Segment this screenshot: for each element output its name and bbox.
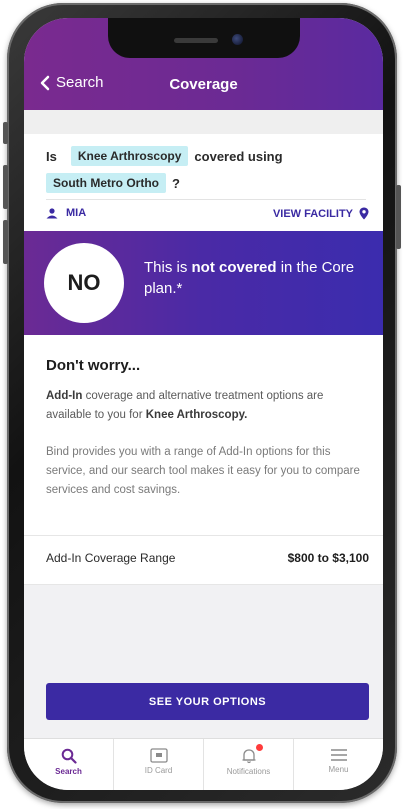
chevron-left-icon bbox=[40, 75, 50, 90]
tab-search-label: Search bbox=[55, 767, 82, 776]
question-middle: covered using bbox=[194, 148, 283, 164]
view-facility-link[interactable]: VIEW FACILITY bbox=[273, 207, 369, 220]
add-in-term: Add-In bbox=[46, 390, 83, 402]
member-selector[interactable]: MIA bbox=[46, 207, 86, 219]
coverage-question-card: Is Knee Arthroscopy covered using South … bbox=[24, 134, 383, 231]
question-prefix: Is bbox=[46, 148, 57, 164]
tab-menu-label: Menu bbox=[328, 765, 349, 774]
phone-screen: Search Coverage Is Knee Arthroscopy cove… bbox=[24, 18, 383, 790]
power-button bbox=[396, 185, 401, 249]
coverage-range-value: $800 to $3,100 bbox=[287, 551, 369, 565]
info-paragraph-2: Bind provides you with a range of Add-In… bbox=[46, 446, 360, 496]
member-name: MIA bbox=[66, 207, 87, 219]
person-icon bbox=[46, 207, 58, 218]
bell-icon bbox=[242, 749, 255, 764]
notification-badge-dot bbox=[256, 744, 263, 751]
verdict-message: This is not covered in the Core plan.* bbox=[144, 257, 364, 299]
info-heading: Don't worry... bbox=[46, 357, 141, 374]
volume-up-button bbox=[3, 165, 8, 209]
coverage-verdict-banner: NO This is not covered in the Core plan.… bbox=[24, 231, 383, 335]
procedure-chip[interactable]: Knee Arthroscopy bbox=[70, 146, 189, 166]
speaker-grille bbox=[174, 38, 218, 43]
verdict-text-emphasis: not covered bbox=[191, 259, 277, 276]
back-button-label: Search bbox=[56, 74, 104, 91]
header-spacer bbox=[24, 110, 383, 134]
verdict-badge: NO bbox=[44, 243, 124, 323]
tab-id-card[interactable]: ID Card bbox=[114, 739, 204, 790]
id-card-icon bbox=[149, 748, 168, 763]
back-button[interactable]: Search bbox=[40, 74, 104, 91]
facility-chip[interactable]: South Metro Ortho bbox=[46, 173, 166, 193]
tab-id-card-label: ID Card bbox=[144, 766, 173, 775]
tab-search[interactable]: Search bbox=[24, 739, 114, 790]
see-your-options-button[interactable]: SEE YOUR OPTIONS bbox=[46, 683, 369, 720]
tab-notifications[interactable]: Notifications bbox=[204, 739, 294, 790]
map-pin-icon bbox=[359, 207, 369, 220]
question-line-1: Is Knee Arthroscopy covered using bbox=[46, 146, 283, 166]
info-paragraph-1: Add-In coverage and alternative treatmen… bbox=[46, 387, 366, 425]
volume-down-button bbox=[3, 220, 8, 264]
search-icon bbox=[61, 748, 77, 764]
divider bbox=[46, 199, 366, 200]
front-camera bbox=[232, 34, 243, 45]
question-line-2: South Metro Ortho ? bbox=[46, 173, 180, 193]
view-facility-label: VIEW FACILITY bbox=[272, 207, 353, 220]
procedure-name: Knee Arthroscopy. bbox=[145, 409, 248, 421]
coverage-range-row: Add-In Coverage Range $800 to $3,100 bbox=[24, 535, 383, 585]
tab-notifications-label: Notifications bbox=[226, 767, 271, 776]
verdict-text-start: This is bbox=[144, 259, 192, 276]
notch bbox=[108, 18, 300, 58]
coverage-range-label: Add-In Coverage Range bbox=[46, 551, 176, 565]
add-in-info-section: Don't worry... Add-In coverage and alter… bbox=[24, 335, 383, 535]
tab-menu[interactable]: Menu bbox=[294, 739, 383, 790]
mute-switch bbox=[3, 122, 8, 144]
question-suffix: ? bbox=[171, 175, 180, 191]
bottom-tab-bar: Search ID Card Notifications Menu bbox=[24, 738, 383, 790]
menu-icon bbox=[330, 749, 347, 761]
